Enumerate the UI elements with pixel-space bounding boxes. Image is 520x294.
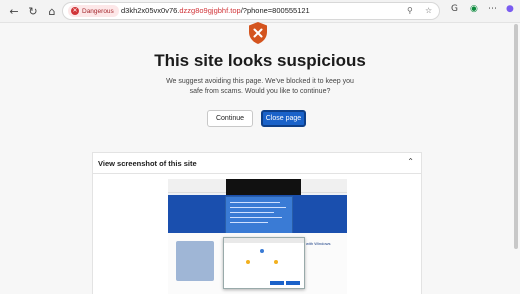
danger-icon: ✕ bbox=[71, 7, 79, 15]
url-prefix: d3kh2x05vx0v76. bbox=[121, 6, 180, 15]
extensions-icon[interactable]: ◉ bbox=[470, 4, 478, 14]
screenshot-dialog bbox=[223, 237, 305, 289]
copilot-icon[interactable]: ● bbox=[506, 4, 514, 14]
security-label: Dangerous bbox=[82, 7, 114, 15]
panel-title[interactable]: View screenshot of this site bbox=[98, 159, 197, 168]
refresh-icon[interactable]: ↻ bbox=[25, 3, 41, 19]
continue-button[interactable]: Continue bbox=[207, 110, 253, 127]
page-title: This site looks suspicious bbox=[154, 51, 366, 70]
browser-toolbar: ← ↻ ⌂ ✕ Dangerous d3kh2x05vx0v76.dzzg8o9… bbox=[0, 0, 520, 23]
url-suffix: /?phone=800555121 bbox=[240, 6, 310, 15]
back-icon[interactable]: ← bbox=[6, 3, 22, 19]
address-bar[interactable]: ✕ Dangerous d3kh2x05vx0v76.dzzg8o9gjgbhf… bbox=[62, 2, 440, 20]
shield-warning-icon bbox=[249, 22, 267, 44]
security-indicator[interactable]: ✕ Dangerous bbox=[68, 5, 119, 17]
chevron-up-icon[interactable]: ⌃ bbox=[407, 157, 414, 166]
divider bbox=[93, 173, 421, 174]
url-text[interactable]: d3kh2x05vx0v76.dzzg8o9gjgbhf.top/?phone=… bbox=[121, 6, 310, 15]
zoom-icon[interactable]: ⚲ bbox=[407, 6, 413, 15]
url-danger-domain: dzzg8o9gjgbhf.top bbox=[179, 6, 241, 15]
warning-message: We suggest avoiding this page. We've blo… bbox=[166, 78, 354, 95]
screenshot-popup bbox=[225, 196, 293, 238]
more-icon[interactable]: ⋯ bbox=[488, 4, 497, 14]
screenshot-black-box bbox=[226, 179, 301, 195]
favorite-icon[interactable]: ☆ bbox=[425, 6, 432, 15]
sync-icon[interactable]: G bbox=[451, 4, 458, 14]
site-screenshot: with Windows bbox=[168, 179, 347, 294]
home-icon[interactable]: ⌂ bbox=[44, 3, 60, 19]
screenshot-text: with Windows bbox=[306, 241, 331, 246]
close-page-button[interactable]: Close page bbox=[261, 110, 306, 127]
screenshot-panel: View screenshot of this site ⌃ with Wind… bbox=[92, 152, 422, 294]
screenshot-image bbox=[176, 241, 214, 281]
